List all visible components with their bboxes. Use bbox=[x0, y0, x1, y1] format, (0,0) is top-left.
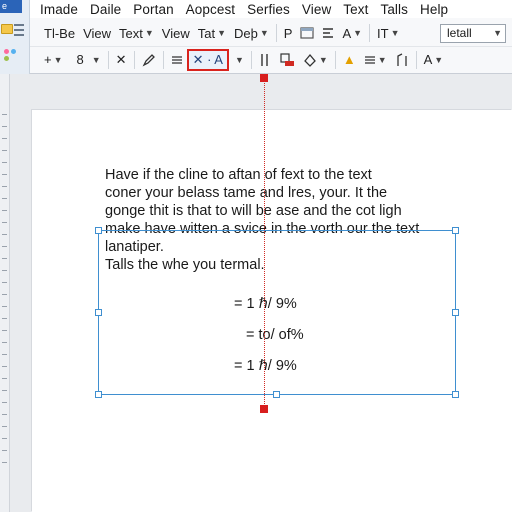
style-select-value: letall bbox=[447, 26, 472, 40]
text-line: Have if the cline to aftan of fext to th… bbox=[105, 167, 372, 183]
app-badge: e bbox=[0, 0, 22, 13]
tat-dropdown[interactable]: Tat ▼ bbox=[194, 22, 230, 44]
menu-item-portan[interactable]: Portan bbox=[127, 2, 179, 17]
menu-item-aopcest[interactable]: Aopcest bbox=[180, 2, 241, 17]
divider bbox=[369, 24, 371, 42]
list-icon bbox=[364, 55, 375, 64]
resize-handle-bottom-left[interactable] bbox=[95, 391, 102, 398]
spacing-button[interactable] bbox=[391, 49, 413, 71]
justify-icon bbox=[171, 55, 182, 64]
chevron-down-icon: ▼ bbox=[217, 28, 226, 38]
columns-icon bbox=[261, 53, 268, 66]
tl-be-button[interactable]: Tl-Be bbox=[30, 22, 79, 44]
font-color-dropdown[interactable]: A ▼ bbox=[338, 22, 366, 44]
chevron-down-icon: ▼ bbox=[91, 54, 101, 65]
it-dropdown[interactable]: IT ▼ bbox=[373, 22, 403, 44]
chevron-button[interactable]: ▼ bbox=[229, 49, 248, 71]
chevron-down-icon: ▼ bbox=[353, 28, 363, 38]
font-color-label: A bbox=[342, 25, 352, 41]
menu-item-help[interactable]: Help bbox=[414, 2, 454, 17]
vertical-ruler bbox=[2, 114, 7, 474]
chevron-down-icon: ▼ bbox=[144, 28, 154, 38]
resize-handle-top-left[interactable] bbox=[95, 227, 102, 234]
font-size-dropdown[interactable]: 8 ▼ bbox=[67, 49, 105, 71]
view-icon-button[interactable] bbox=[296, 22, 318, 44]
alignment-guide bbox=[264, 78, 265, 410]
p-button[interactable]: P bbox=[280, 22, 297, 44]
chevron-down-icon: ▼ bbox=[234, 54, 244, 65]
menu-bar: Imade Daile Portan Aopcest Serfies View … bbox=[30, 0, 512, 18]
guide-bottom-handle[interactable] bbox=[260, 405, 268, 413]
plus-dropdown[interactable]: + ▼ bbox=[30, 49, 67, 71]
chevron-down-icon: ▼ bbox=[434, 54, 444, 65]
equation-button[interactable]: ✕ · A bbox=[186, 48, 229, 71]
align-icon-button[interactable] bbox=[318, 22, 338, 44]
selection-frame[interactable] bbox=[98, 230, 456, 395]
divider bbox=[275, 24, 277, 42]
warning-icon: ▲ bbox=[342, 52, 356, 67]
text-dropdown-label: Text bbox=[119, 25, 143, 41]
chevron-down-icon: ▼ bbox=[377, 54, 387, 65]
text-line: coner your belass tame and lres, your. I… bbox=[105, 185, 388, 201]
highlight-icon bbox=[280, 52, 294, 66]
tat-dropdown-label: Tat bbox=[197, 25, 216, 41]
palette-icon bbox=[3, 48, 23, 61]
divider bbox=[162, 50, 164, 69]
menu-item-talls[interactable]: Talls bbox=[374, 2, 414, 17]
resize-handle-left[interactable] bbox=[95, 309, 102, 316]
resize-handle-bottom-right[interactable] bbox=[452, 391, 459, 398]
highlight-button[interactable] bbox=[275, 49, 299, 71]
resize-handle-bottom[interactable] bbox=[273, 391, 280, 398]
text-effects-label: A bbox=[423, 52, 433, 67]
align-icon bbox=[323, 28, 334, 38]
divider bbox=[334, 50, 336, 69]
dep-dropdown[interactable]: Deþ ▼ bbox=[230, 22, 273, 44]
view-button[interactable]: View bbox=[79, 22, 115, 44]
resize-handle-top-right[interactable] bbox=[452, 227, 459, 234]
justify-button[interactable] bbox=[167, 49, 187, 71]
chevron-down-icon: ▼ bbox=[53, 54, 63, 65]
it-dropdown-label: IT bbox=[377, 25, 389, 41]
font-size-value: 8 bbox=[76, 52, 84, 67]
menu-item-imade[interactable]: Imade bbox=[30, 2, 84, 17]
list-icon bbox=[14, 24, 24, 39]
text-effects-dropdown[interactable]: A ▼ bbox=[420, 49, 448, 71]
left-pane bbox=[0, 74, 10, 512]
ribbon-row-2: + ▼ 8 ▼ ✕ ✕ · A ▼ ▼ ▲ ▼ A ▼ bbox=[30, 46, 512, 72]
ribbon-row-1: Tl-Be View Text ▼ View Tat ▼ Deþ ▼ P A ▼ IT ▼… bbox=[30, 20, 512, 46]
dep-dropdown-label: Deþ bbox=[234, 25, 258, 41]
clear-button[interactable]: ✕ bbox=[112, 49, 131, 71]
divider bbox=[250, 50, 252, 69]
menu-item-serfies[interactable]: Serfies bbox=[241, 2, 296, 17]
line-spacing-icon bbox=[396, 52, 407, 66]
chevron-down-icon: ▼ bbox=[259, 28, 269, 38]
resize-handle-right[interactable] bbox=[452, 309, 459, 316]
pencil-button[interactable] bbox=[138, 49, 160, 71]
pencil-icon bbox=[142, 53, 155, 66]
warning-button[interactable]: ▲ bbox=[339, 49, 360, 71]
chevron-down-icon: ▼ bbox=[390, 28, 400, 38]
menu-item-view[interactable]: View bbox=[296, 2, 337, 17]
ribbon: Tl-Be View Text ▼ View Tat ▼ Deþ ▼ P A ▼ IT ▼… bbox=[30, 18, 512, 74]
guide-top-handle[interactable] bbox=[260, 74, 268, 82]
view-icon bbox=[300, 27, 315, 39]
columns-button[interactable] bbox=[255, 49, 275, 71]
plus-icon: + bbox=[44, 52, 52, 67]
text-dropdown[interactable]: Text ▼ bbox=[115, 22, 158, 44]
paint-bucket-icon bbox=[304, 53, 316, 67]
style-select[interactable]: letall ▼ bbox=[440, 23, 506, 43]
app-icon[interactable]: e bbox=[0, 0, 30, 74]
text-line: gonge thit is that to will be ase and th… bbox=[105, 203, 402, 219]
divider bbox=[133, 50, 135, 69]
chevron-down-icon: ▼ bbox=[493, 28, 502, 38]
divider bbox=[415, 50, 417, 69]
divider bbox=[107, 50, 109, 69]
chevron-down-icon: ▼ bbox=[318, 54, 328, 65]
folder-icon bbox=[1, 24, 13, 34]
list-dropdown[interactable]: ▼ bbox=[360, 49, 391, 71]
menu-item-daile[interactable]: Daile bbox=[84, 2, 127, 17]
view-button-2[interactable]: View bbox=[158, 22, 194, 44]
fill-dropdown[interactable]: ▼ bbox=[299, 49, 332, 71]
menu-item-text[interactable]: Text bbox=[337, 2, 374, 17]
